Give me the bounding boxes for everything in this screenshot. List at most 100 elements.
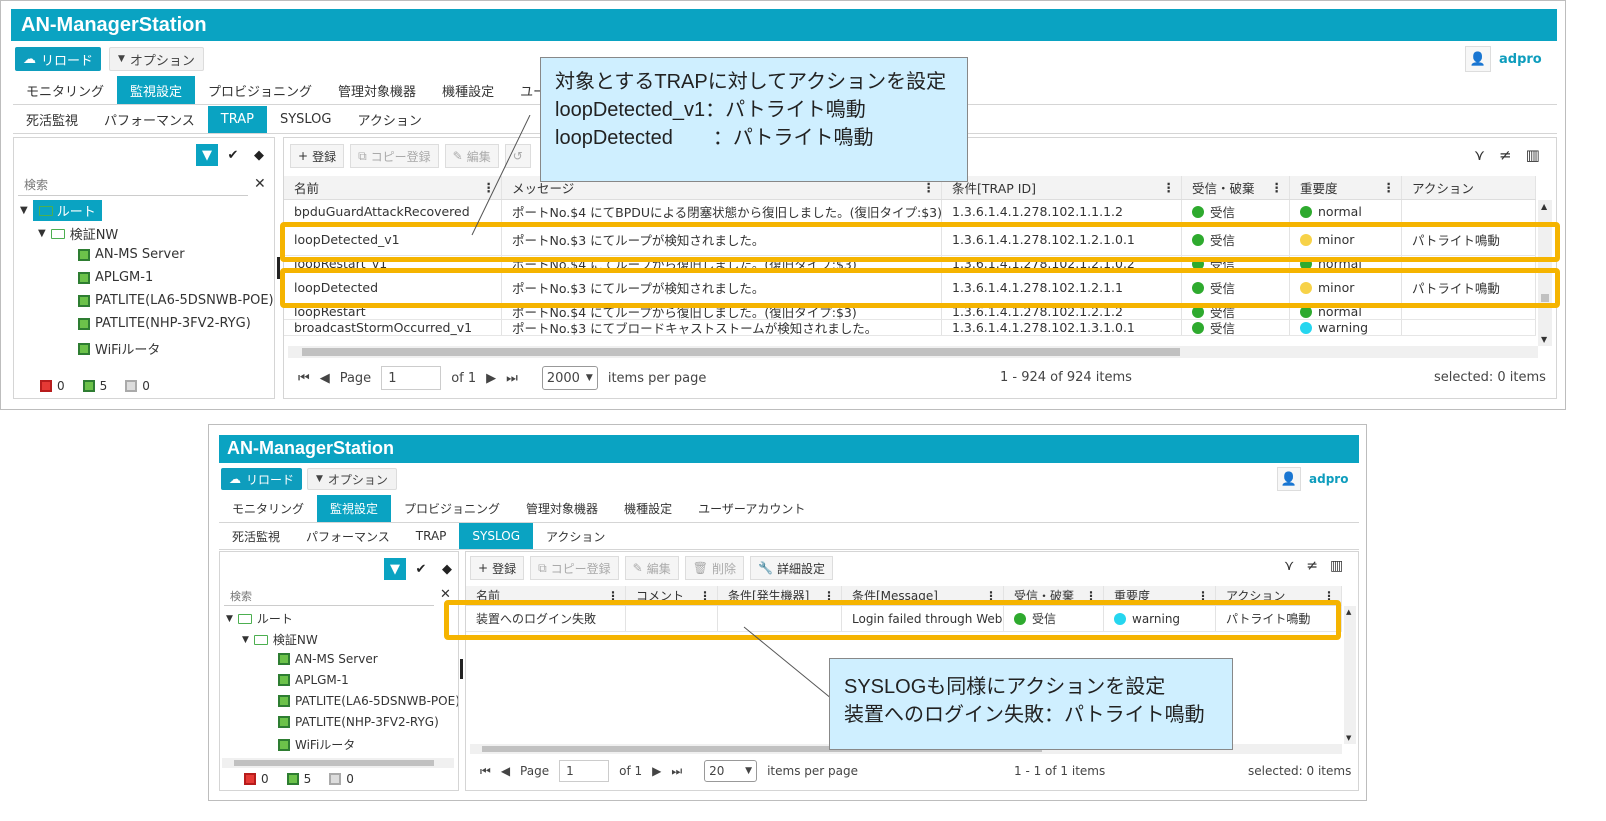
option-button[interactable]: ▼ オプション <box>307 468 397 490</box>
filter-off-icon[interactable]: ⋎ <box>1474 146 1485 164</box>
tree-device[interactable]: AN-MS Server <box>278 652 378 666</box>
col-device[interactable]: 条件[発生機器] ⋮ <box>718 586 842 605</box>
col-condition[interactable]: 条件[TRAP ID] ⋮ <box>942 176 1182 199</box>
clear-search-icon[interactable]: ✕ <box>254 176 266 192</box>
column-menu-icon[interactable]: ⋮ <box>923 180 936 195</box>
tree-device[interactable]: APLGM-1 <box>278 673 349 687</box>
filter-off-icon[interactable]: ⋎ <box>1284 558 1294 574</box>
tab-monitor-settings[interactable]: 監視設定 <box>317 495 392 522</box>
last-page-icon[interactable]: ⏭ <box>671 764 682 779</box>
tab-model-settings[interactable]: 機種設定 <box>611 495 685 522</box>
scroll-down-icon[interactable]: ▼ <box>1541 335 1547 344</box>
tab-action[interactable]: アクション <box>344 106 434 133</box>
delete-button[interactable]: 🗑 削除 <box>684 556 744 580</box>
filter-icon[interactable]: ▼ <box>384 558 406 580</box>
copy-register-button[interactable]: ⧉ コピー登録 <box>530 556 619 580</box>
first-page-icon[interactable]: ⏮ <box>480 764 491 779</box>
prev-page-icon[interactable]: ◀ <box>501 764 510 778</box>
splitter-handle[interactable] <box>460 659 463 679</box>
tab-action[interactable]: アクション <box>533 523 618 549</box>
clear-search-icon[interactable]: ✕ <box>440 587 451 602</box>
tab-monitor-settings[interactable]: 監視設定 <box>117 76 196 104</box>
prev-page-icon[interactable]: ◀ <box>320 371 330 386</box>
splitter-handle[interactable] <box>277 257 280 279</box>
collapse-icon[interactable]: ▼ <box>38 228 46 239</box>
clear-filter-icon[interactable]: ≠ <box>1499 146 1512 164</box>
tree-device[interactable]: PATLITE(LA6-5DSNWB-POE) <box>78 293 274 308</box>
user-menu[interactable]: 👤 adpro <box>1277 467 1348 491</box>
scroll-down-icon[interactable]: ▼ <box>1346 734 1351 742</box>
page-input[interactable]: 1 <box>559 760 610 782</box>
tree-device[interactable]: WiFiルータ <box>278 736 355 753</box>
column-menu-icon[interactable]: ⋮ <box>1323 589 1335 603</box>
check-all-icon[interactable]: ✔ <box>222 144 244 166</box>
tree-root[interactable]: ▼ ルート <box>226 610 293 627</box>
vertical-scrollbar[interactable]: ▲ ▼ <box>1344 606 1356 744</box>
collapse-icon[interactable]: ▼ <box>242 635 249 645</box>
eraser-icon[interactable]: ◆ <box>436 558 458 580</box>
tree-horizontal-scrollbar[interactable] <box>222 758 454 768</box>
reload-button[interactable]: ☁ リロード <box>221 468 303 490</box>
tab-trap[interactable]: TRAP <box>207 106 267 133</box>
next-page-icon[interactable]: ▶ <box>652 764 661 778</box>
check-all-icon[interactable]: ✔ <box>410 558 432 580</box>
next-page-icon[interactable]: ▶ <box>486 371 496 386</box>
col-action[interactable]: アクション <box>1402 176 1536 199</box>
eraser-icon[interactable]: ◆ <box>248 144 270 166</box>
tab-trap[interactable]: TRAP <box>403 523 460 549</box>
col-receive[interactable]: 受信・破棄 ⋮ <box>1004 586 1104 605</box>
collapse-icon[interactable]: ▼ <box>226 614 233 624</box>
tab-managed-devices[interactable]: 管理対象機器 <box>325 76 429 104</box>
table-row[interactable]: broadcastStormOccurred_v1 ポートNo.$3 にてブロード… <box>284 320 1536 336</box>
column-menu-icon[interactable]: ⋮ <box>985 589 997 603</box>
col-receive[interactable]: 受信・破棄 ⋮ <box>1182 176 1290 199</box>
page-size-select[interactable]: 2000 ▼ <box>541 366 598 390</box>
first-page-icon[interactable]: ⏮ <box>298 371 310 386</box>
col-message[interactable]: 条件[Message] ⋮ <box>842 586 1004 605</box>
tab-provisioning[interactable]: プロビジョニング <box>195 76 325 104</box>
copy-register-button[interactable]: ⧉ コピー登録 <box>350 144 439 168</box>
tab-provisioning[interactable]: プロビジョニング <box>391 495 513 522</box>
tab-model-settings[interactable]: 機種設定 <box>429 76 507 104</box>
table-row[interactable]: loopRestart ポートNo.$4 にてループから復旧しました。(復旧タイプ… <box>284 304 1536 320</box>
tree-group[interactable]: ▼ 検証NW <box>242 631 318 648</box>
filter-icon[interactable]: ▼ <box>196 144 218 166</box>
option-button[interactable]: ▼ オプション <box>109 47 204 71</box>
page-input[interactable]: 1 <box>381 366 442 390</box>
scroll-up-icon[interactable]: ▲ <box>1541 202 1547 211</box>
scroll-thumb[interactable] <box>234 760 434 766</box>
horizontal-scrollbar[interactable] <box>288 346 1538 358</box>
column-menu-icon[interactable]: ⋮ <box>607 589 619 603</box>
edit-button[interactable]: ✎ 編集 <box>624 556 679 580</box>
scroll-thumb[interactable] <box>1541 294 1549 302</box>
columns-icon[interactable]: ▥ <box>1330 558 1343 574</box>
tree-device[interactable]: PATLITE(LA6-5DSNWB-POE) <box>278 694 458 708</box>
col-action[interactable]: アクション ⋮ <box>1216 586 1342 605</box>
tree-device[interactable]: PATLITE(NHP-3FV2-RYG) <box>78 316 251 331</box>
tab-performance[interactable]: パフォーマンス <box>293 523 403 549</box>
col-name[interactable]: 名前 ⋮ <box>466 586 626 605</box>
columns-icon[interactable]: ▥ <box>1526 146 1540 164</box>
tab-syslog[interactable]: SYSLOG <box>267 106 345 133</box>
tree-search-input[interactable]: 検索 <box>18 174 248 196</box>
collapse-icon[interactable]: ▼ <box>20 205 28 216</box>
last-page-icon[interactable]: ⏭ <box>506 371 518 386</box>
table-row[interactable]: loopRestart_v1 ポートNo.$4 にてループから復旧しました。(復旧… <box>284 256 1536 272</box>
scroll-up-icon[interactable]: ▲ <box>1346 608 1351 616</box>
tree-device[interactable]: PATLITE(NHP-3FV2-RYG) <box>278 715 439 729</box>
column-menu-icon[interactable]: ⋮ <box>1197 589 1209 603</box>
user-menu[interactable]: 👤 adpro <box>1465 46 1542 72</box>
detail-settings-button[interactable]: 🔧 詳細設定 <box>750 556 833 580</box>
tab-managed-devices[interactable]: 管理対象機器 <box>513 495 611 522</box>
tree-search-input[interactable]: 検索 <box>224 586 434 606</box>
col-severity[interactable]: 重要度 ⋮ <box>1104 586 1216 605</box>
column-menu-icon[interactable]: ⋮ <box>1163 180 1176 195</box>
register-button[interactable]: + 登録 <box>470 556 525 580</box>
table-row[interactable]: loopDetected ポートNo.$3 にてループが検知されました。 1.3.6… <box>284 272 1536 304</box>
tab-alive-monitoring[interactable]: 死活監視 <box>219 523 293 549</box>
tree-device[interactable]: AN-MS Server <box>78 247 185 262</box>
col-severity[interactable]: 重要度 ⋮ <box>1290 176 1402 199</box>
col-comment[interactable]: コメント ⋮ <box>626 586 718 605</box>
tree-group[interactable]: ▼ 検証NW <box>38 224 118 243</box>
scroll-thumb[interactable] <box>302 348 1180 356</box>
